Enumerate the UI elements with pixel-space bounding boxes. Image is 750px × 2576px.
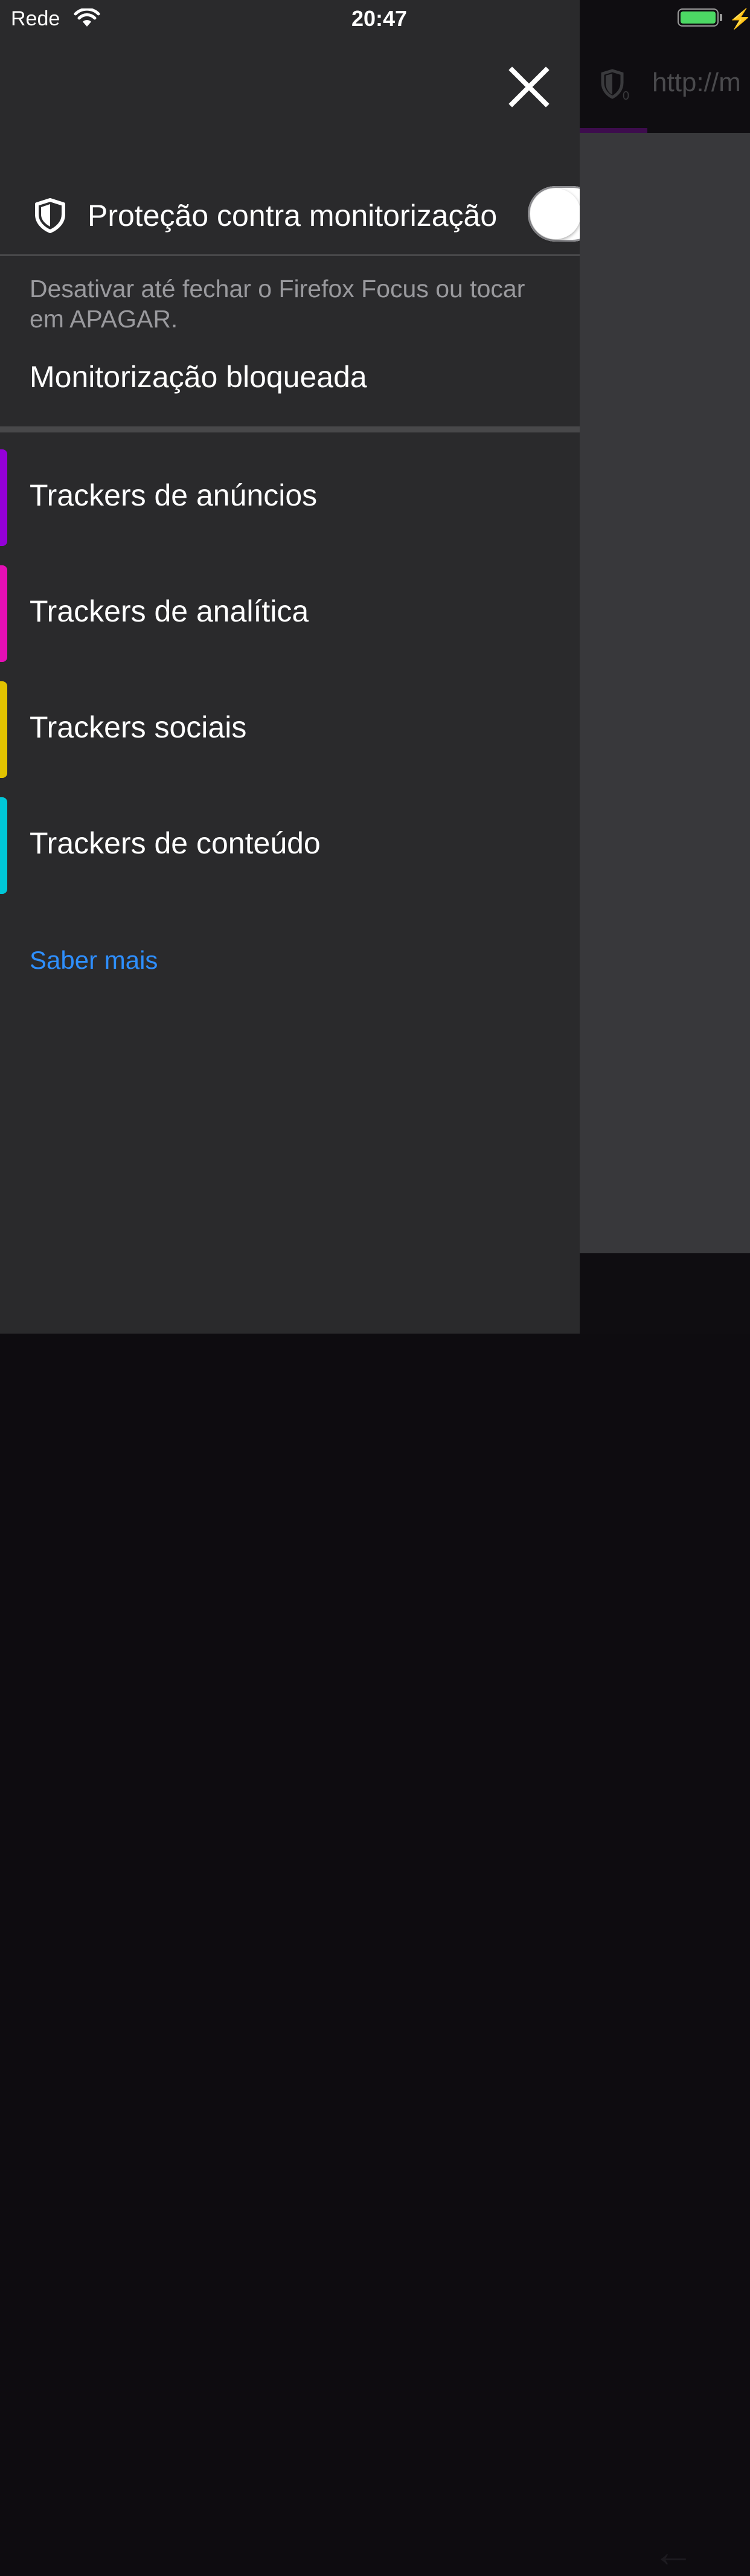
url-bar[interactable]: http://m — [652, 68, 741, 98]
close-icon[interactable] — [505, 63, 553, 111]
social-trackers-color-bar — [0, 681, 7, 778]
tracker-row-content: Trackers de conteúdo — [0, 794, 580, 896]
back-arrow-icon[interactable]: ← — [652, 2528, 694, 2576]
trackers-blocked-heading: Monitorização bloqueada — [30, 360, 367, 394]
tracking-protection-label: Proteção contra monitorização — [88, 199, 498, 233]
tracker-label: Trackers de analítica — [30, 594, 309, 628]
status-bar: Rede 20:47 ⚡ — [0, 0, 750, 37]
analytics-trackers-color-bar — [0, 565, 7, 662]
tracking-protection-toggle[interactable] — [528, 186, 580, 242]
charging-bolt-icon: ⚡ — [728, 8, 750, 30]
content-trackers-color-bar — [0, 797, 7, 894]
tracking-protection-row: Proteção contra monitorização — [0, 175, 580, 256]
section-divider — [0, 426, 580, 432]
tracker-row-ads: Trackers de anúncios — [0, 446, 580, 548]
tracking-protection-drawer: Proteção contra monitorização Desativar … — [0, 0, 580, 1334]
battery-nub — [720, 14, 722, 21]
tracking-protection-description: Desativar até fechar o Firefox Focus ou … — [30, 275, 525, 333]
tracking-shield-icon[interactable]: 0 — [600, 68, 629, 101]
learn-more-link[interactable]: Saber mais — [30, 946, 158, 975]
tracker-label: Trackers sociais — [30, 710, 247, 744]
tracker-count: 0 — [623, 89, 629, 101]
tracker-row-social: Trackers sociais — [0, 678, 580, 780]
ad-trackers-color-bar — [0, 449, 7, 546]
tracker-label: Trackers de anúncios — [30, 478, 318, 512]
shield-icon — [35, 198, 65, 233]
battery-icon — [678, 8, 719, 27]
tracker-row-analytics: Trackers de analítica — [0, 562, 580, 664]
clock: 20:47 — [351, 6, 408, 31]
toggle-knob — [530, 188, 580, 239]
tracker-label: Trackers de conteúdo — [30, 826, 321, 860]
